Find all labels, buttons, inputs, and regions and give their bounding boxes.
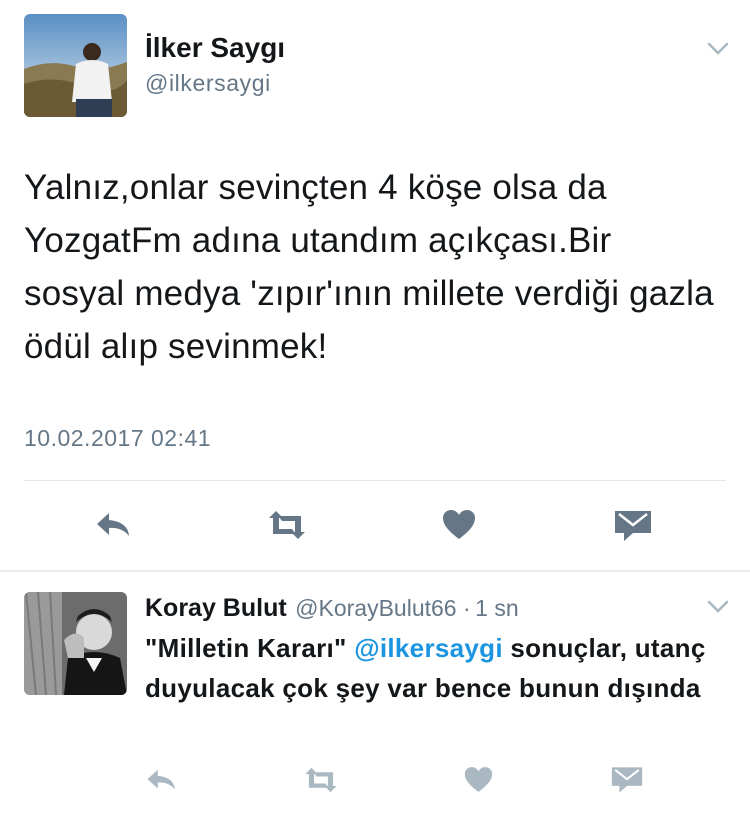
reply-author-handle[interactable]: @KorayBulut66 [295,595,456,621]
chevron-down-icon[interactable] [707,600,729,614]
retweet-icon[interactable] [302,767,340,793]
chevron-down-icon[interactable] [707,42,729,56]
divider [0,570,750,572]
retweet-icon[interactable] [265,510,309,540]
envelope-icon[interactable] [614,510,652,542]
reply-icon[interactable] [145,767,179,793]
meta-separator: · [463,595,471,621]
author-handle[interactable]: @ilkersaygi [145,70,271,97]
reply-text-quote: "Milletin Kararı" [145,633,347,663]
reply-time[interactable]: 1 sn [475,595,518,621]
heart-icon[interactable] [464,766,493,793]
envelope-icon[interactable] [611,766,643,794]
reply-icon[interactable] [94,510,134,540]
author-name[interactable]: İlker Saygı [145,32,285,64]
tweet-timestamp[interactable]: 10.02.2017 02:41 [24,425,211,452]
reply-mention-link[interactable]: @ilkersaygi [354,633,503,663]
divider [24,480,726,481]
reply-author-avatar[interactable] [24,592,127,695]
reply-text: "Milletin Kararı" @ilkersaygi sonuçlar, … [145,628,715,708]
reply-header: Koray Bulut @KorayBulut66 · 1 sn [145,594,519,623]
heart-icon[interactable] [442,509,476,540]
reply-author-name[interactable]: Koray Bulut [145,594,287,622]
author-avatar[interactable] [24,14,127,117]
tweet-text: Yalnız,onlar sevinçten 4 köşe olsa da Yo… [24,168,714,366]
